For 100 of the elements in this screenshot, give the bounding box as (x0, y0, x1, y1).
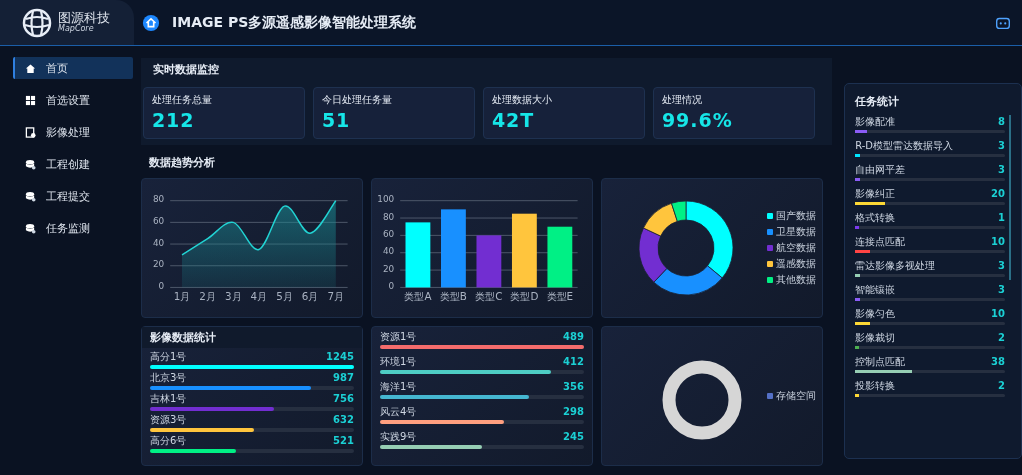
task-count: 10 (991, 307, 1005, 320)
axis-label: 7月 (327, 290, 344, 303)
task-label: 影像纠正 (855, 187, 896, 200)
axis-label: 类型C (475, 290, 503, 303)
panel-title: 任务统计 (855, 94, 901, 109)
row-label: 资源1号 (379, 330, 417, 343)
axis-label: 40 (152, 237, 165, 248)
task-count: 1 (998, 211, 1005, 224)
axis-label: 0 (158, 280, 165, 291)
task-label: 智能镶嵌 (855, 283, 896, 296)
axis-label: 1月 (173, 290, 191, 303)
section-title: 数据趋势分析 (148, 155, 216, 170)
task-label: 控制点匹配 (855, 355, 906, 368)
task-label: 自由网平差 (855, 163, 906, 176)
row-label: 吉林1号 (149, 392, 187, 405)
stat-value: 42T (491, 109, 536, 131)
home-icon[interactable] (142, 13, 160, 32)
task-label: 影像匀色 (855, 307, 896, 320)
row-label: 风云4号 (379, 405, 417, 418)
nav-item[interactable]: 首选设置 (13, 89, 133, 111)
axis-label: 6月 (301, 290, 319, 303)
task-count: 2 (998, 379, 1005, 392)
task-label: 影像裁切 (855, 331, 896, 344)
task-label: 连接点匹配 (855, 235, 906, 248)
row-label: 北京3号 (149, 371, 187, 384)
bar (405, 222, 431, 288)
row-value: 521 (333, 434, 354, 447)
task-label: 影像配准 (855, 115, 896, 128)
legend-label: 卫星数据 (775, 225, 816, 239)
globe-logo-icon (22, 7, 52, 38)
axis-label: 4月 (250, 290, 268, 303)
legend-label: 其他数据 (775, 273, 816, 287)
row-value: 489 (563, 330, 584, 343)
axis-label: 20 (382, 263, 395, 274)
axis-label: 类型B (439, 290, 467, 303)
row-label: 高分1号 (149, 350, 187, 363)
axis-label: 5月 (276, 290, 293, 303)
row-label: 实践9号 (379, 430, 417, 443)
task-label: R-D模型雷达数据导入 (855, 139, 953, 152)
image-icon (25, 126, 36, 138)
nav-item[interactable]: 工程创建 (13, 153, 133, 175)
axis-label: 80 (382, 211, 395, 222)
nav-item[interactable]: 任务监测 (13, 217, 133, 239)
axis-label: 2月 (199, 290, 216, 303)
row-value: 987 (333, 371, 354, 384)
row-value: 632 (333, 413, 354, 426)
card-title: 影像数据统计 (141, 327, 362, 348)
stat-label: 今日处理任务量 (321, 93, 393, 107)
axis-label: 20 (152, 259, 165, 270)
task-count: 20 (991, 187, 1005, 200)
home-icon (25, 62, 36, 74)
axis-label: 0 (388, 280, 395, 291)
nav-item[interactable]: 首页 (13, 57, 133, 79)
task-label: 投影转换 (855, 379, 896, 392)
task-label: 雷达影像多视处理 (855, 259, 936, 272)
row-label: 资源3号 (149, 413, 187, 426)
legend-label: 存储空间 (775, 389, 816, 403)
task-count: 10 (991, 235, 1005, 248)
legend-label: 航空数据 (775, 241, 816, 255)
nav-item[interactable]: 工程提交 (13, 185, 133, 207)
stat-value: 212 (151, 109, 196, 131)
axis-label: 60 (382, 228, 395, 239)
stat-label: 处理任务总量 (151, 93, 213, 107)
row-label: 海洋1号 (379, 380, 417, 393)
legend-label: 国产数据 (775, 209, 816, 223)
row-label: 环境1号 (379, 355, 417, 368)
axis-label: 60 (152, 215, 165, 226)
axis-label: 类型D (510, 290, 539, 303)
task-count: 3 (998, 163, 1005, 176)
task-count: 2 (998, 331, 1005, 344)
axis-label: 100 (377, 194, 395, 205)
row-value: 412 (563, 355, 584, 368)
stack-icon (25, 190, 36, 202)
task-label: 格式转换 (855, 211, 896, 224)
grid-icon (25, 94, 36, 106)
stat-value: 51 (321, 109, 352, 131)
axis-label: 3月 (224, 290, 242, 303)
nav-item[interactable]: 影像处理 (13, 121, 133, 143)
task-count: 38 (991, 355, 1005, 368)
row-value: 245 (563, 430, 584, 443)
section-title: 实时数据监控 (152, 62, 220, 77)
row-label: 高分6号 (149, 434, 187, 447)
row-value: 756 (333, 392, 354, 405)
bar (476, 235, 502, 288)
axis-label: 类型E (546, 290, 573, 303)
brand-subtitle: MapCore (58, 25, 95, 34)
stack-icon (25, 158, 36, 170)
row-value: 298 (563, 405, 584, 418)
app-title: IMAGE PS多源遥感影像智能处理系统 (172, 13, 417, 32)
stat-label: 处理情况 (661, 93, 703, 107)
task-count: 3 (998, 259, 1005, 272)
stat-value: 99.6% (661, 109, 734, 131)
bar (547, 226, 573, 288)
axis-label: 40 (382, 246, 395, 257)
brand-name: 图源科技 (58, 11, 110, 26)
stack-icon (25, 222, 36, 234)
task-count: 8 (998, 115, 1005, 128)
row-value: 356 (563, 380, 584, 393)
task-count: 3 (998, 283, 1005, 296)
legend-label: 遥感数据 (775, 257, 816, 271)
